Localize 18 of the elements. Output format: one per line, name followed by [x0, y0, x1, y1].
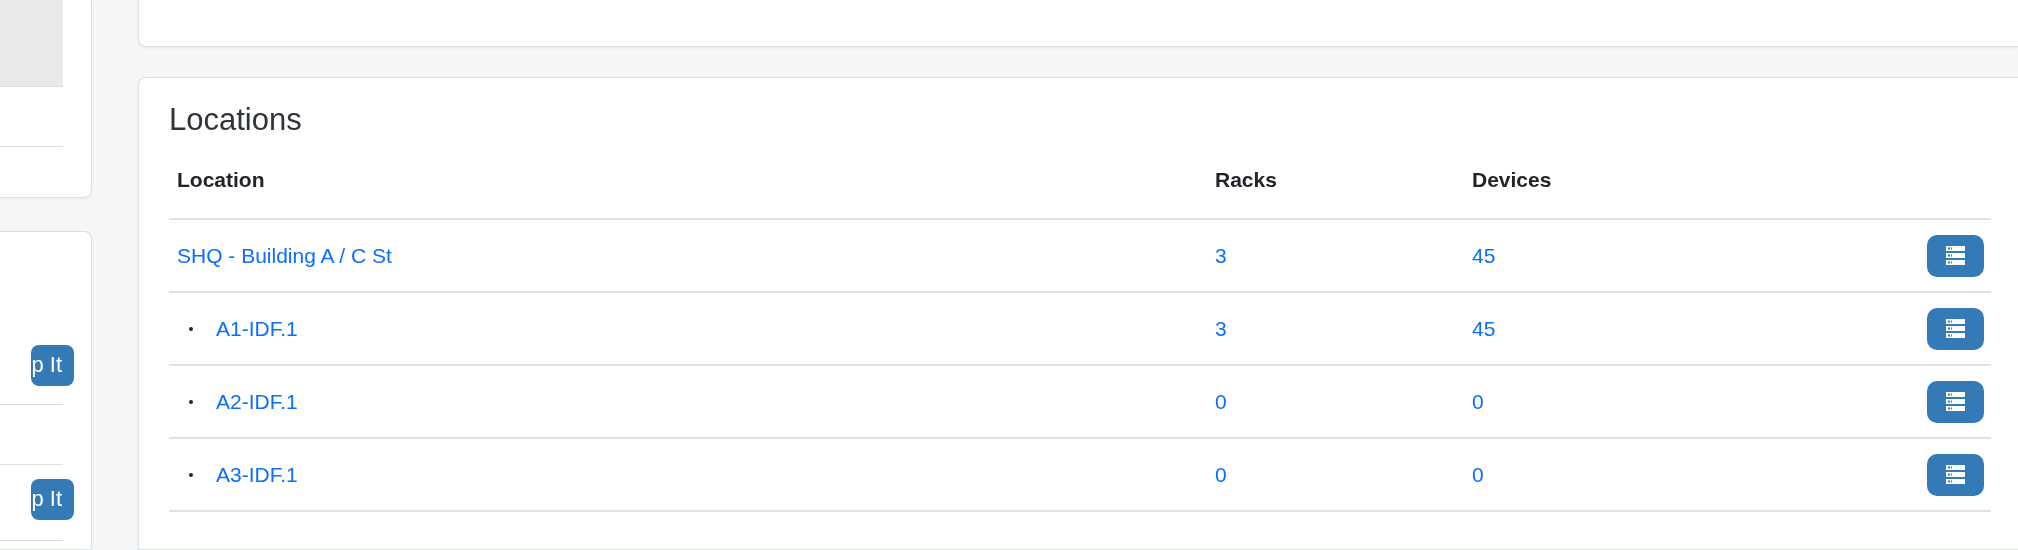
map-button[interactable]: p It: [31, 479, 74, 521]
racks-link[interactable]: 0: [1215, 389, 1227, 413]
racks-link[interactable]: 3: [1215, 243, 1227, 267]
card-title: Locations: [169, 102, 303, 138]
racks-link[interactable]: 0: [1215, 462, 1227, 486]
devices-link[interactable]: 0: [1472, 389, 1484, 413]
location-link[interactable]: SHQ - Building A / C St: [177, 243, 392, 268]
location-link[interactable]: A3-IDF.1: [216, 462, 298, 487]
map-button[interactable]: p It: [31, 345, 74, 387]
column-header: Racks: [1215, 168, 1278, 192]
devices-link[interactable]: 0: [1472, 462, 1484, 486]
column-header: Devices: [1472, 168, 1553, 192]
column-header: Location: [177, 168, 266, 192]
location-link[interactable]: A2-IDF.1: [216, 389, 298, 414]
racks-link[interactable]: 3: [1215, 316, 1227, 340]
location-link[interactable]: A1-IDF.1: [216, 316, 298, 341]
devices-link[interactable]: 45: [1472, 316, 1496, 340]
devices-link[interactable]: 45: [1472, 243, 1496, 267]
